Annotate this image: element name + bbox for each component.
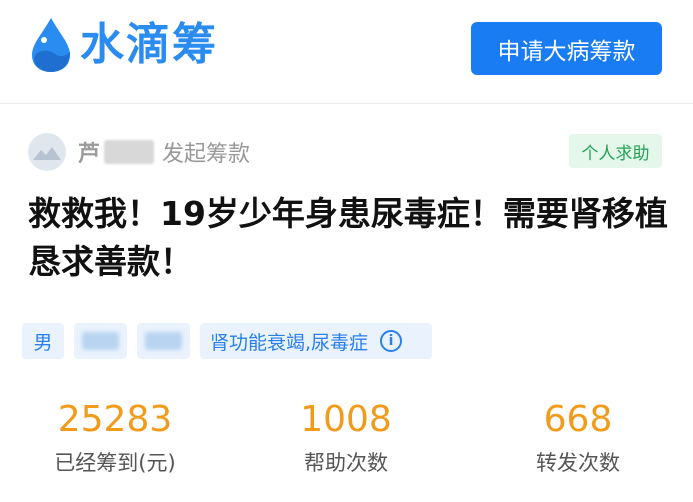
stat-helps: 1008 帮助次数 (272, 398, 420, 480)
illness-label: 肾功能衰竭,尿毒症 (210, 331, 369, 354)
stat-label: 转发次数 (536, 451, 620, 475)
stat-raised: 25283 已经筹到(元) (40, 398, 190, 480)
logo[interactable]: 水滴筹 (28, 16, 218, 74)
brand-name: 水滴筹 (80, 19, 218, 70)
stat-value: 25283 (57, 399, 173, 440)
stat-label: 帮助次数 (304, 451, 388, 475)
illness-tag[interactable]: 肾功能衰竭,尿毒症 i (200, 323, 432, 359)
avatar-mountain-icon (33, 147, 61, 160)
stat-value: 668 (543, 399, 613, 440)
stat-value: 1008 (300, 399, 392, 440)
personal-help-badge: 个人求助 (569, 134, 662, 168)
initiator-name: 芦 (78, 142, 101, 167)
avatar[interactable] (28, 133, 66, 171)
redacted-tag-location (137, 323, 190, 359)
redacted-text (145, 332, 182, 350)
redacted-name (104, 140, 155, 164)
gender-tag: 男 (22, 323, 64, 359)
stat-label: 已经筹到(元) (54, 451, 176, 475)
campaign-title: 救救我！19岁少年身患尿毒症！需要肾移植恳求善款！ (28, 194, 668, 281)
apply-funding-button[interactable]: 申请大病筹款 (471, 22, 662, 75)
redacted-text (82, 332, 119, 350)
redacted-tag-age (74, 323, 127, 359)
initiator-action: 发起筹款 (162, 142, 251, 167)
app-header: 水滴筹 申请大病筹款 (0, 0, 693, 104)
info-icon[interactable]: i (380, 330, 403, 352)
stats-bar: 25283 已经筹到(元) 1008 帮助次数 668 转发次数 (0, 398, 693, 488)
patient-tags: 男 肾功能衰竭,尿毒症 i (22, 323, 432, 359)
initiator-row: 芦 发起筹款 (28, 132, 250, 172)
stat-shares: 668 转发次数 (504, 398, 652, 480)
water-drop-logo-icon (32, 18, 70, 72)
